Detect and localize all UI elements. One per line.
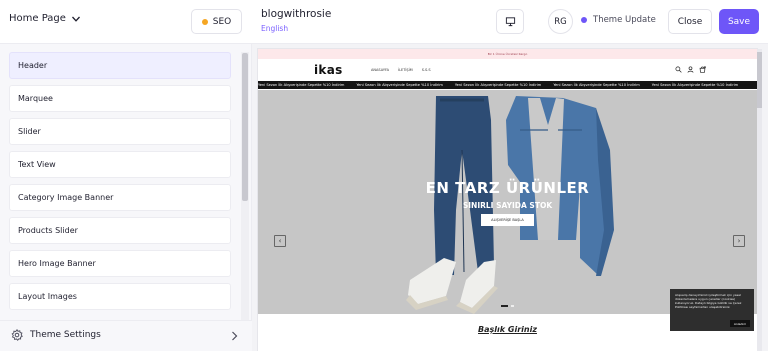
save-button[interactable]: Save xyxy=(719,9,759,34)
hero-title: EN TARZ ÜRÜNLER xyxy=(425,179,590,197)
section-item-hero-image-banner[interactable]: Hero Image Banner xyxy=(9,250,231,277)
section-item-products-slider[interactable]: Products Slider xyxy=(9,217,231,244)
section-list: Header Marquee Slider Text View Category… xyxy=(9,52,231,316)
ticker-text: Yeni Sezon İlk Alışverişinde Sepette %10… xyxy=(454,83,542,87)
desktop-icon xyxy=(505,17,515,27)
store-header: ikas ANASAYFA İLETİŞİM S.S.S xyxy=(258,59,757,81)
chevron-right-icon: › xyxy=(737,237,741,245)
store-language-link[interactable]: English xyxy=(261,24,288,33)
slider-dot[interactable] xyxy=(511,305,514,307)
preview-scrollbar-thumb[interactable] xyxy=(757,52,762,108)
slider-next-button[interactable]: › xyxy=(733,235,745,247)
announcement-bar: Bir 1 Ürüne Ücretsiz Kargo xyxy=(258,49,757,59)
store-nav: ANASAYFA İLETİŞİM S.S.S xyxy=(371,68,431,72)
header-icons xyxy=(675,66,706,73)
close-button[interactable]: Close xyxy=(668,9,712,34)
sidebar-scrollbar-thumb[interactable] xyxy=(242,53,248,201)
section-item-header[interactable]: Header xyxy=(9,52,231,79)
avatar[interactable]: RG xyxy=(548,9,573,34)
ticker-text: Yeni Sezon İlk Alışverişinde Sepette %10… xyxy=(553,83,640,87)
hero-slider[interactable]: EN TARZ ÜRÜNLER SINIRLI SAYIDA STOK ALIŞ… xyxy=(258,90,757,314)
section-item-slider[interactable]: Slider xyxy=(9,118,231,145)
chevron-right-icon xyxy=(232,331,238,341)
slider-dots xyxy=(501,305,514,307)
device-preview-button[interactable] xyxy=(496,9,524,34)
nav-item-contact[interactable]: İLETİŞİM xyxy=(398,68,413,72)
top-toolbar: Home Page SEO blogwithrosie English RG T… xyxy=(0,0,768,44)
store-logo[interactable]: ikas xyxy=(314,63,343,77)
section-item-category-image-banner[interactable]: Category Image Banner xyxy=(9,184,231,211)
theme-status-dot xyxy=(581,17,587,23)
gear-icon xyxy=(11,329,23,341)
user-icon[interactable] xyxy=(687,66,694,73)
ticker-text: Yeni Sezon İlk Alışverişinde Sepette %10… xyxy=(258,83,345,87)
chevron-down-icon xyxy=(71,16,80,22)
search-icon[interactable] xyxy=(675,66,682,73)
hero-subtitle: SINIRLI SAYIDA STOK xyxy=(462,201,553,210)
seo-label: SEO xyxy=(212,16,232,27)
slider-prev-button[interactable]: ‹ xyxy=(274,235,286,247)
ticker-text: Yeni Sezon İlk Alışverişinde Sepette %10… xyxy=(651,83,739,87)
theme-update-status[interactable]: Theme Update xyxy=(581,15,656,25)
ticker-text: Yeni Sezon İlk Alışverişinde Sepette %10… xyxy=(356,83,443,87)
store-preview-frame[interactable]: Bir 1 Ürüne Ücretsiz Kargo ikas ANASAYFA… xyxy=(258,49,757,351)
seo-status-dot xyxy=(201,18,208,25)
page-selector[interactable]: Home Page xyxy=(9,13,81,24)
section-item-layout-images[interactable]: Layout Images xyxy=(9,283,231,310)
theme-status-label: Theme Update xyxy=(593,15,656,25)
hero-cta-button[interactable]: ALIŞVERİŞE BAŞLA xyxy=(481,214,534,226)
slider-dot-active[interactable] xyxy=(501,305,508,307)
seo-button[interactable]: SEO xyxy=(191,9,242,34)
chevron-left-icon: ‹ xyxy=(278,237,282,245)
page-selector-label: Home Page xyxy=(9,13,66,24)
sections-sidebar: Header Marquee Slider Text View Category… xyxy=(0,44,252,351)
cookie-text: Alışveriş deneyiminizi iyileştirmek için… xyxy=(675,293,742,309)
nav-item-faq[interactable]: S.S.S xyxy=(422,68,431,72)
nav-item-home[interactable]: ANASAYFA xyxy=(371,68,389,72)
section-item-marquee[interactable]: Marquee xyxy=(9,85,231,112)
section-heading: Başlık Giriniz xyxy=(478,325,537,334)
cart-icon[interactable] xyxy=(699,66,706,73)
theme-settings-button[interactable]: Theme Settings xyxy=(0,320,252,351)
store-name: blogwithrosie xyxy=(261,8,332,20)
section-item-text-view[interactable]: Text View xyxy=(9,151,231,178)
marquee-ticker: Yeni Sezon İlk Alışverişinde Sepette %10… xyxy=(258,81,757,89)
theme-settings-label: Theme Settings xyxy=(30,330,101,340)
